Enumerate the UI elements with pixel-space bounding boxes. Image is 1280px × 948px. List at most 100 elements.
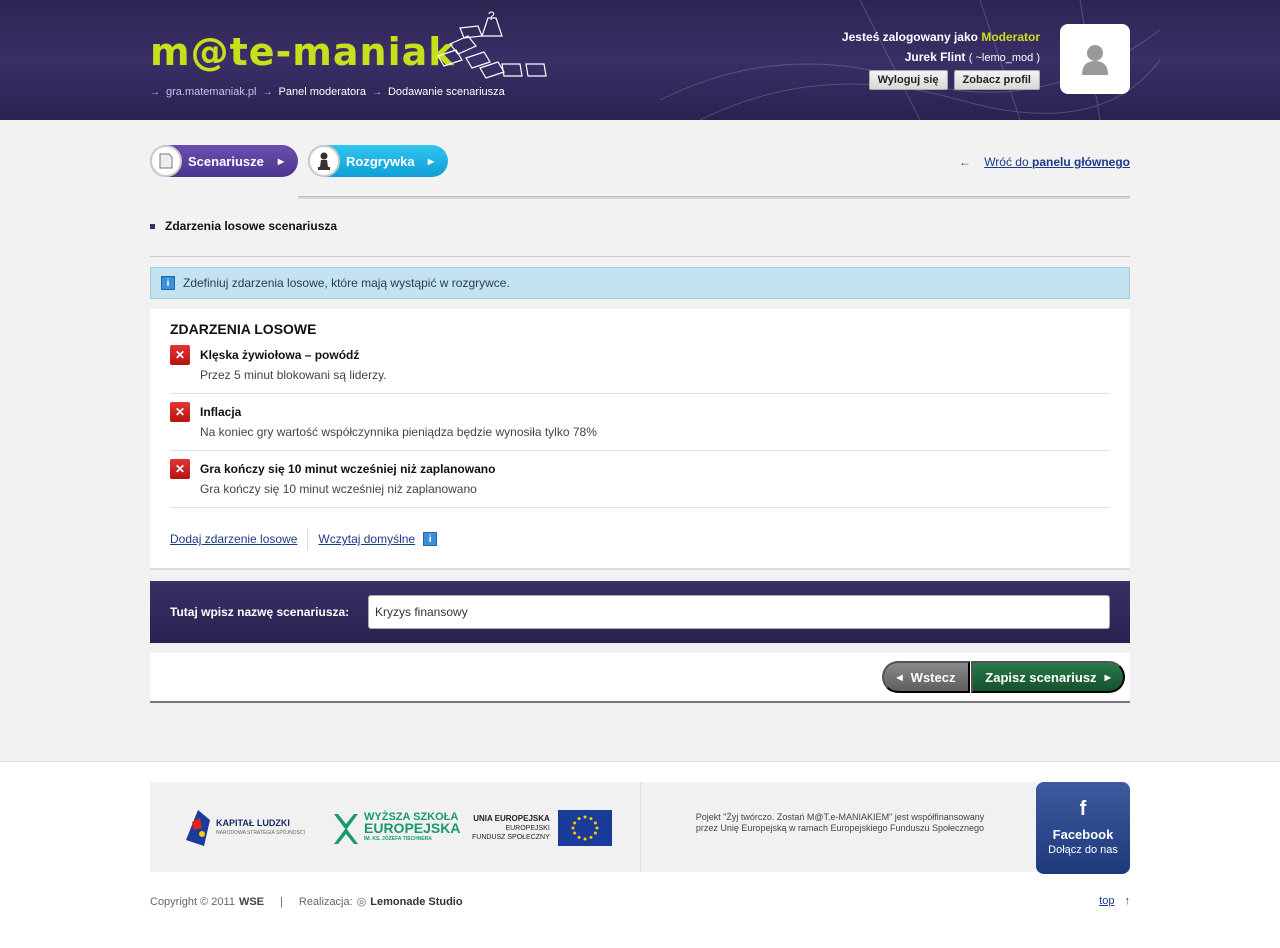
logo-decoration-icon: ? bbox=[437, 9, 547, 79]
facebook-button[interactable]: f Facebook Dołącz do nas bbox=[1036, 782, 1130, 874]
breadcrumb-arrow-icon: → bbox=[262, 86, 273, 98]
kapital-ludzki-subtitle: NARODOWA STRATEGIA SPÓJNOŚCI bbox=[216, 830, 305, 836]
divider bbox=[150, 256, 1130, 257]
lemonade-logo-icon: ◎ bbox=[356, 896, 367, 908]
copyright-text: Copyright © 2011 bbox=[150, 895, 235, 908]
events-title: ZDARZENIA LOSOWE bbox=[170, 321, 317, 337]
event-description: Przez 5 minut blokowani są liderzy. bbox=[200, 368, 387, 382]
event-name: Klęska żywiołowa – powódź bbox=[200, 348, 360, 362]
save-scenario-button[interactable]: Zapisz scenariusz ▶ bbox=[971, 661, 1125, 693]
section-title: Zdarzenia losowe scenariusza bbox=[150, 219, 337, 233]
user-info: Jesteś zalogowany jako Moderator Jurek F… bbox=[842, 30, 1040, 90]
section-title-text: Zdarzenia losowe scenariusza bbox=[165, 219, 338, 233]
facebook-icon: f bbox=[1079, 798, 1087, 820]
wse-line2: EUROPEJSKA bbox=[364, 820, 461, 836]
wse-text: WYŻSZA SZKOŁA EUROPEJSKA IM. KS. JÓZEFA … bbox=[364, 812, 460, 845]
delete-icon[interactable]: ✕ bbox=[170, 402, 190, 422]
arrow-left-icon: ← bbox=[958, 155, 971, 169]
scenario-name-input[interactable] bbox=[368, 595, 1110, 629]
help-icon[interactable]: i bbox=[423, 532, 438, 546]
cofinancing-line2: przez Unię Europejską w ramach Europejsk… bbox=[695, 823, 985, 833]
avatar[interactable] bbox=[1060, 24, 1130, 94]
scenario-icon bbox=[150, 145, 182, 177]
login-status: Jesteś zalogowany jako Moderator bbox=[842, 30, 1040, 44]
back-link-prefix: Wróć do bbox=[984, 155, 1029, 169]
arrow-right-icon: ▶ bbox=[427, 156, 434, 166]
game-nav-button[interactable]: Rozgrywka ▶ bbox=[308, 145, 448, 177]
profile-button[interactable]: Zobacz profil bbox=[953, 70, 1040, 90]
eu-text: UNIA EUROPEJSKA EUROPEJSKI FUNDUSZ SPOŁE… bbox=[472, 814, 550, 842]
login-status-prefix: Jesteś zalogowany jako bbox=[841, 30, 978, 44]
event-description: Gra kończy się 10 minut wcześniej niż za… bbox=[200, 482, 477, 496]
arrow-right-icon: ▶ bbox=[1104, 672, 1111, 682]
arrow-left-icon: ◀ bbox=[896, 672, 903, 682]
facebook-title: Facebook bbox=[1052, 827, 1114, 842]
divider bbox=[640, 782, 641, 872]
user-buttons: Wyloguj się Zobacz profil bbox=[842, 70, 1040, 90]
scenarios-nav-label: Scenariusze bbox=[188, 153, 264, 169]
list-item: ✕ Klęska żywiołowa – powódź Przez 5 minu… bbox=[170, 337, 1110, 394]
game-nav-label: Rozgrywka bbox=[346, 153, 415, 169]
eu-logo[interactable]: UNIA EUROPEJSKA EUROPEJSKI FUNDUSZ SPOŁE… bbox=[472, 810, 612, 846]
delete-icon[interactable]: ✕ bbox=[170, 459, 190, 479]
event-description: Na koniec gry wartość współczynnika pien… bbox=[200, 425, 597, 439]
site-logo[interactable]: m@te-maniak bbox=[150, 32, 455, 72]
wse-emblem-icon bbox=[334, 813, 358, 844]
info-message-text: Zdefiniuj zdarzenia losowe, które mają w… bbox=[183, 276, 510, 290]
eu-line2: EUROPEJSKI bbox=[505, 825, 550, 832]
kapital-ludzki-icon bbox=[186, 810, 210, 846]
list-item: ✕ Gra kończy się 10 minut wcześniej niż … bbox=[170, 451, 1110, 508]
cofinancing-note: Pojekt "Żyj twórczo. Zostań M@T.e-MANIAK… bbox=[660, 812, 1020, 834]
breadcrumb-arrow-icon: → bbox=[371, 86, 382, 98]
breadcrumb: → gra.matemaniak.pl → Panel moderatora →… bbox=[150, 86, 505, 98]
facebook-subtitle: Dołącz do nas bbox=[1048, 844, 1118, 856]
list-item: ✕ Inflacja Na koniec gry wartość współcz… bbox=[170, 394, 1110, 451]
kapital-ludzki-text: KAPITAŁ LUDZKI NARODOWA STRATEGIA SPÓJNO… bbox=[216, 818, 305, 838]
delete-icon[interactable]: ✕ bbox=[170, 345, 190, 365]
user-name: Jurek Flint bbox=[904, 50, 966, 64]
bullet-square-icon bbox=[150, 223, 155, 229]
events-actions: Dodaj zdarzenie losowe Wczytaj domyślne … bbox=[170, 528, 445, 550]
separator: | bbox=[280, 895, 283, 908]
partners-bar: KAPITAŁ LUDZKI NARODOWA STRATEGIA SPÓJNO… bbox=[150, 782, 1130, 872]
random-events-panel: ZDARZENIA LOSOWE ✕ Klęska żywiołowa – po… bbox=[150, 309, 1130, 570]
arrow-right-icon: ▶ bbox=[277, 156, 284, 166]
divider bbox=[298, 196, 1130, 199]
chess-pawn-icon bbox=[308, 145, 340, 177]
breadcrumb-arrow-icon: → bbox=[150, 86, 160, 98]
scenario-name-label: Tutaj wpisz nazwę scenariusza: bbox=[170, 605, 350, 619]
scroll-top-link[interactable]: top ↑ bbox=[1099, 895, 1130, 907]
realizacja-label: Realizacja: bbox=[298, 895, 353, 908]
scenario-name-bar: Tutaj wpisz nazwę scenariusza: bbox=[150, 581, 1130, 643]
kapital-ludzki-title: KAPITAŁ LUDZKI bbox=[216, 818, 290, 828]
back-link-target: panelu głównego bbox=[1032, 155, 1130, 169]
arrow-up-icon: ↑ bbox=[1124, 895, 1131, 907]
back-button[interactable]: ◀ Wstecz bbox=[882, 661, 970, 693]
action-bar: ◀ Wstecz Zapisz scenariusz ▶ bbox=[150, 653, 1130, 703]
info-message: i Zdefiniuj zdarzenia losowe, które mają… bbox=[150, 267, 1130, 299]
logout-button[interactable]: Wyloguj się bbox=[868, 70, 948, 90]
eu-line3: FUNDUSZ SPOŁECZNY bbox=[472, 834, 550, 841]
save-button-label: Zapisz scenariusz bbox=[985, 669, 1097, 685]
eu-title: UNIA EUROPEJSKA bbox=[473, 814, 550, 823]
load-defaults-link[interactable]: Wczytaj domyślne bbox=[318, 532, 415, 546]
breadcrumb-home[interactable]: gra.matemaniak.pl bbox=[166, 86, 257, 98]
user-nick: ( ~lemo_mod ) bbox=[968, 52, 1040, 64]
scenarios-nav-button[interactable]: Scenariusze ▶ bbox=[150, 145, 298, 177]
top-label: top bbox=[1099, 895, 1115, 907]
back-to-main-link[interactable]: ← Wróć do panelu głównego bbox=[959, 155, 1130, 169]
kapital-ludzki-logo[interactable]: KAPITAŁ LUDZKI NARODOWA STRATEGIA SPÓJNO… bbox=[186, 810, 305, 846]
studio-link[interactable]: Lemonade Studio bbox=[370, 896, 462, 908]
user-identity: Jurek Flint ( ~lemo_mod ) bbox=[842, 50, 1040, 64]
breadcrumb-moderator-panel[interactable]: Panel moderatora bbox=[279, 86, 366, 98]
wse-logo[interactable]: WYŻSZA SZKOŁA EUROPEJSKA IM. KS. JÓZEFA … bbox=[334, 812, 460, 845]
copyright: Copyright © 2011 WSE | Realizacja: ◎ Lem… bbox=[150, 895, 463, 909]
add-event-link[interactable]: Dodaj zdarzenie losowe bbox=[170, 532, 297, 546]
user-role: Moderator bbox=[981, 30, 1040, 44]
cofinancing-line1: Pojekt "Żyj twórczo. Zostań M@T.e-MANIAK… bbox=[695, 812, 985, 822]
event-name: Inflacja bbox=[200, 405, 242, 419]
eu-flag-icon bbox=[557, 810, 612, 846]
breadcrumb-current: Dodawanie scenariusza bbox=[387, 86, 505, 98]
svg-text:?: ? bbox=[488, 9, 495, 23]
user-avatar-icon bbox=[1082, 45, 1108, 75]
